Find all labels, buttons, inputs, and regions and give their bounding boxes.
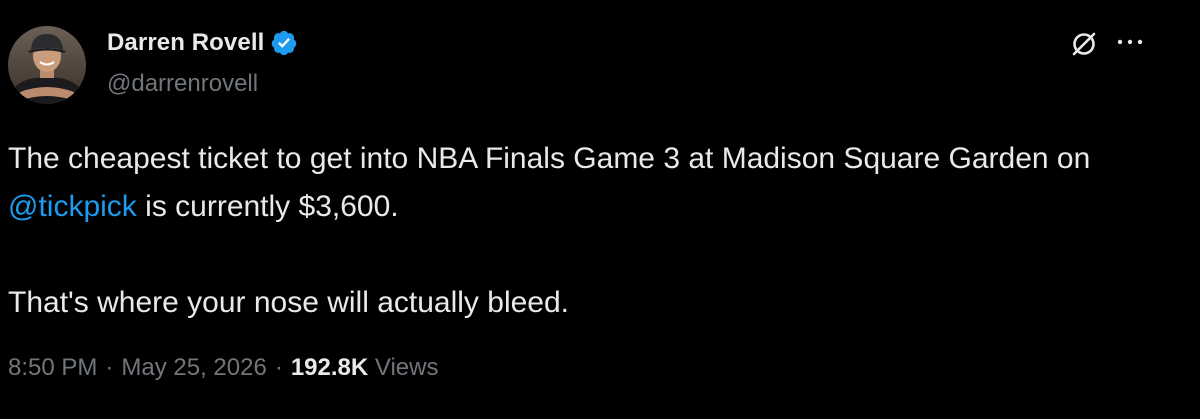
tweet-paragraph-2: That's where your nose will actually ble… (8, 286, 570, 319)
views-count[interactable]: 192.8K (291, 354, 368, 381)
views-label: Views (374, 354, 439, 381)
mention-link[interactable]: @tickpick (8, 190, 137, 223)
verified-badge-icon[interactable] (270, 29, 298, 57)
author-display-name[interactable]: Darren Rovell (107, 29, 264, 57)
tweet-text: The cheapest ticket to get into NBA Fina… (8, 135, 1178, 327)
tweet-meta: 8:50 PM · May 25, 2026 · 192.8K Views (8, 354, 438, 382)
more-options-icon[interactable] (1112, 26, 1148, 58)
tweet-text-segment: The cheapest ticket to get into NBA Fina… (8, 142, 1091, 175)
tweet-time[interactable]: 8:50 PM (8, 354, 97, 381)
meta-separator: · (105, 354, 114, 381)
avatar[interactable] (8, 26, 86, 104)
tweet-date[interactable]: May 25, 2026 (121, 354, 266, 381)
avatar-image (8, 26, 86, 104)
tweet-paragraph-1: The cheapest ticket to get into NBA Fina… (8, 135, 1178, 231)
author-handle[interactable]: @darrenrovell (107, 70, 258, 98)
author-name-row: Darren Rovell (107, 26, 298, 60)
grok-icon[interactable] (1066, 26, 1102, 62)
tweet-text-segment: is currently $3,600. (136, 190, 399, 223)
meta-separator: · (274, 354, 283, 381)
tweet: Darren Rovell @darrenrovell The cheapest… (0, 0, 1200, 419)
